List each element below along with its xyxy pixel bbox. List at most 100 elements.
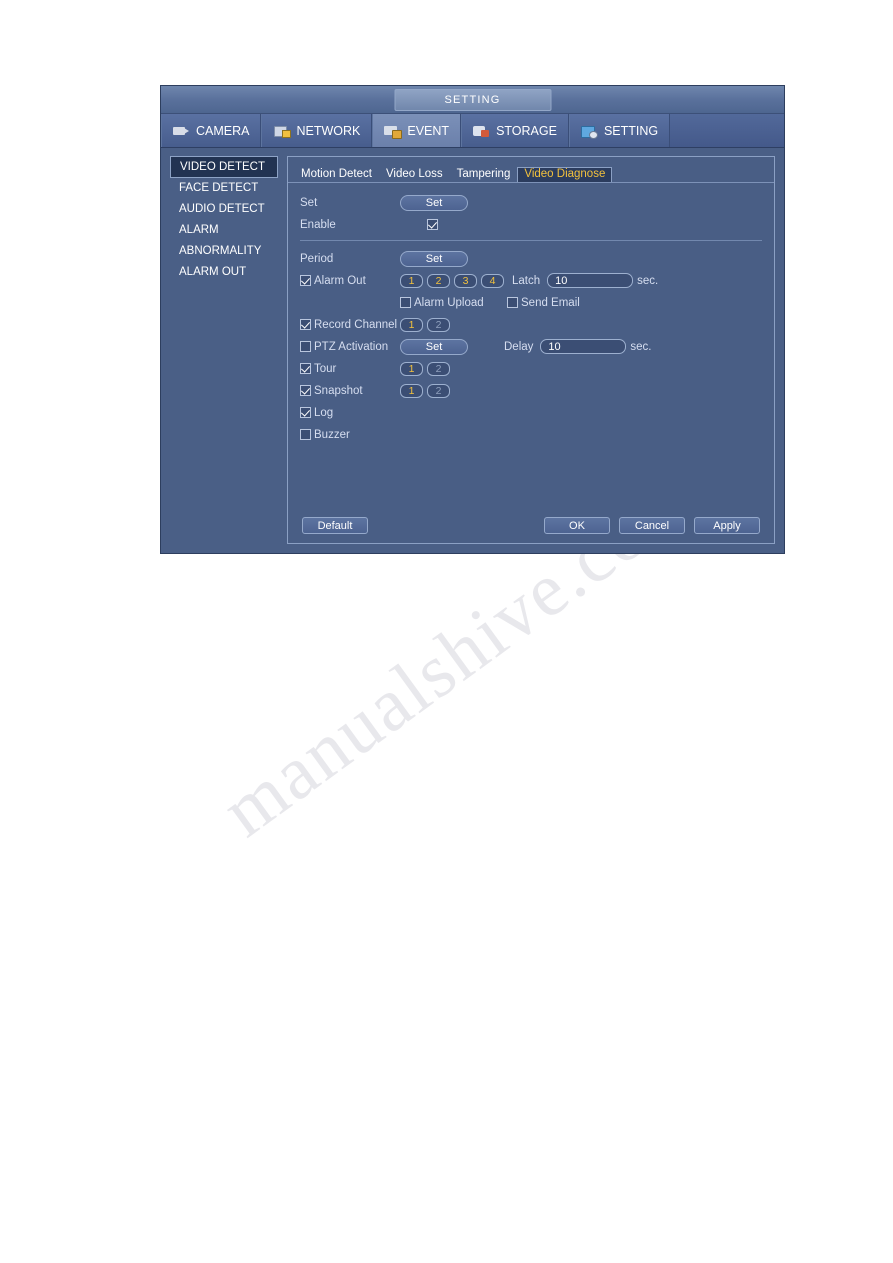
tab-network-label: NETWORK xyxy=(296,123,361,138)
sidebar-item-face-detect[interactable]: FACE DETECT xyxy=(170,178,278,199)
log-checkbox[interactable] xyxy=(300,407,311,418)
window-title: SETTING xyxy=(394,89,551,111)
camera-icon xyxy=(173,124,190,138)
latch-unit: sec. xyxy=(637,274,659,287)
ok-button[interactable]: OK xyxy=(544,517,610,534)
delay-label: Delay xyxy=(504,340,534,353)
sidebar-item-face-detect-label: FACE DETECT xyxy=(179,182,259,194)
snapshot-channel-2[interactable]: 2 xyxy=(427,383,450,398)
sidebar-item-abnormality[interactable]: ABNORMALITY xyxy=(170,241,278,262)
snapshot-channel-1[interactable]: 1 xyxy=(400,383,423,398)
send-email-checkbox[interactable] xyxy=(507,297,518,308)
enable-checkbox[interactable] xyxy=(427,219,438,230)
row-tour: Tour 1 2 xyxy=(300,358,762,379)
subtab-motion-detect[interactable]: Motion Detect xyxy=(294,167,379,182)
alarm-out-checkbox[interactable] xyxy=(300,275,311,286)
alarm-out-channel-1[interactable]: 1 xyxy=(400,273,423,288)
enable-label: Enable xyxy=(300,218,336,231)
apply-button[interactable]: Apply xyxy=(694,517,760,534)
sidebar-item-abnormality-label: ABNORMALITY xyxy=(179,245,262,257)
record-channel-label: Record Channel xyxy=(314,318,398,331)
storage-icon xyxy=(473,124,490,138)
alarm-out-label: Alarm Out xyxy=(314,274,366,287)
event-icon xyxy=(384,124,403,139)
ptz-activation-checkbox[interactable] xyxy=(300,341,311,352)
main-tab-bar: CAMERA NETWORK EVENT STORAGE SETTING xyxy=(161,114,784,148)
subtab-video-loss-label: Video Loss xyxy=(385,168,443,180)
tab-setting-label: SETTING xyxy=(603,123,659,138)
record-channel-1[interactable]: 1 xyxy=(400,317,423,332)
sidebar-item-video-detect[interactable]: VIDEO DETECT xyxy=(170,156,278,178)
sidebar-item-alarm[interactable]: ALARM xyxy=(170,220,278,241)
sidebar-item-alarm-out[interactable]: ALARM OUT xyxy=(170,262,278,283)
tab-storage[interactable]: STORAGE xyxy=(461,114,569,147)
delay-input[interactable]: 10 xyxy=(540,339,627,354)
alarm-upload-label: Alarm Upload xyxy=(414,296,484,309)
snapshot-label: Snapshot xyxy=(314,384,363,397)
row-snapshot: Snapshot 1 2 xyxy=(300,380,762,401)
row-set: Set Set xyxy=(300,192,762,213)
row-record-channel: Record Channel 1 2 xyxy=(300,314,762,335)
subtab-tampering-label: Tampering xyxy=(456,168,511,180)
default-button[interactable]: Default xyxy=(302,517,368,534)
alarm-out-channel-3[interactable]: 3 xyxy=(454,273,477,288)
set-button[interactable]: Set xyxy=(400,194,468,211)
row-alarm-out: Alarm Out 1 2 3 4 Latch 10 sec. xyxy=(300,270,762,291)
row-period: Period Set xyxy=(300,248,762,269)
tour-label: Tour xyxy=(314,362,337,375)
subtab-tampering[interactable]: Tampering xyxy=(450,167,518,182)
latch-input[interactable]: 10 xyxy=(547,273,634,288)
ptz-activation-label: PTZ Activation xyxy=(314,340,389,353)
tab-setting[interactable]: SETTING xyxy=(568,114,671,147)
sidebar-item-alarm-label: ALARM xyxy=(179,224,219,236)
tab-event-label: EVENT xyxy=(407,123,450,138)
log-label: Log xyxy=(314,406,334,419)
tab-camera-label: CAMERA xyxy=(196,123,250,138)
window-titlebar: SETTING xyxy=(161,86,784,114)
setting-icon xyxy=(580,124,598,139)
tour-checkbox[interactable] xyxy=(300,363,311,374)
sidebar-item-alarm-out-label: ALARM OUT xyxy=(179,266,247,278)
sidebar-item-audio-detect[interactable]: AUDIO DETECT xyxy=(170,199,278,220)
cancel-button[interactable]: Cancel xyxy=(619,517,685,534)
tour-channel-2[interactable]: 2 xyxy=(427,361,450,376)
row-ptz-activation: PTZ Activation Set Delay 10 sec. xyxy=(300,336,762,357)
sidebar-item-audio-detect-label: AUDIO DETECT xyxy=(179,203,265,215)
buzzer-checkbox[interactable] xyxy=(300,429,311,440)
tab-event[interactable]: EVENT xyxy=(372,114,462,147)
ptz-set-button[interactable]: Set xyxy=(400,338,468,355)
record-channel-2[interactable]: 2 xyxy=(427,317,450,332)
content-panel: Motion Detect Video Loss Tampering Video… xyxy=(287,156,775,544)
subtab-motion-detect-label: Motion Detect xyxy=(301,168,372,180)
subtab-video-diagnose[interactable]: Video Diagnose xyxy=(517,167,613,182)
row-enable: Enable xyxy=(300,214,762,235)
sub-tab-bar: Motion Detect Video Loss Tampering Video… xyxy=(288,157,774,183)
video-diagnose-form: Set Set Enable Period Set Alarm Out 1 2 … xyxy=(288,183,774,445)
sidebar-item-video-detect-label: VIDEO DETECT xyxy=(180,161,265,173)
latch-label: Latch xyxy=(512,274,541,287)
row-buzzer: Buzzer xyxy=(300,424,762,445)
period-set-button[interactable]: Set xyxy=(400,250,468,267)
set-label: Set xyxy=(300,196,318,209)
tab-camera[interactable]: CAMERA xyxy=(161,114,262,147)
tour-channel-1[interactable]: 1 xyxy=(400,361,423,376)
row-upload-email: Alarm Upload Send Email xyxy=(300,292,762,313)
network-icon xyxy=(273,124,292,138)
snapshot-checkbox[interactable] xyxy=(300,385,311,396)
tab-storage-label: STORAGE xyxy=(496,123,557,138)
record-channel-checkbox[interactable] xyxy=(300,319,311,330)
alarm-upload-checkbox[interactable] xyxy=(400,297,411,308)
panel-button-bar: Default OK Cancel Apply xyxy=(288,517,774,534)
tab-network[interactable]: NETWORK xyxy=(261,114,373,147)
buzzer-label: Buzzer xyxy=(314,428,350,441)
period-label: Period xyxy=(300,252,334,265)
alarm-out-channel-4[interactable]: 4 xyxy=(481,273,504,288)
delay-unit: sec. xyxy=(630,340,652,353)
sidebar: VIDEO DETECT FACE DETECT AUDIO DETECT AL… xyxy=(170,156,278,544)
setting-window: SETTING CAMERA NETWORK EVENT STORAGE SET… xyxy=(160,85,785,554)
subtab-video-loss[interactable]: Video Loss xyxy=(379,167,450,182)
window-body: VIDEO DETECT FACE DETECT AUDIO DETECT AL… xyxy=(161,148,784,553)
send-email-label: Send Email xyxy=(521,296,580,309)
alarm-out-channel-2[interactable]: 2 xyxy=(427,273,450,288)
form-divider xyxy=(300,240,762,241)
